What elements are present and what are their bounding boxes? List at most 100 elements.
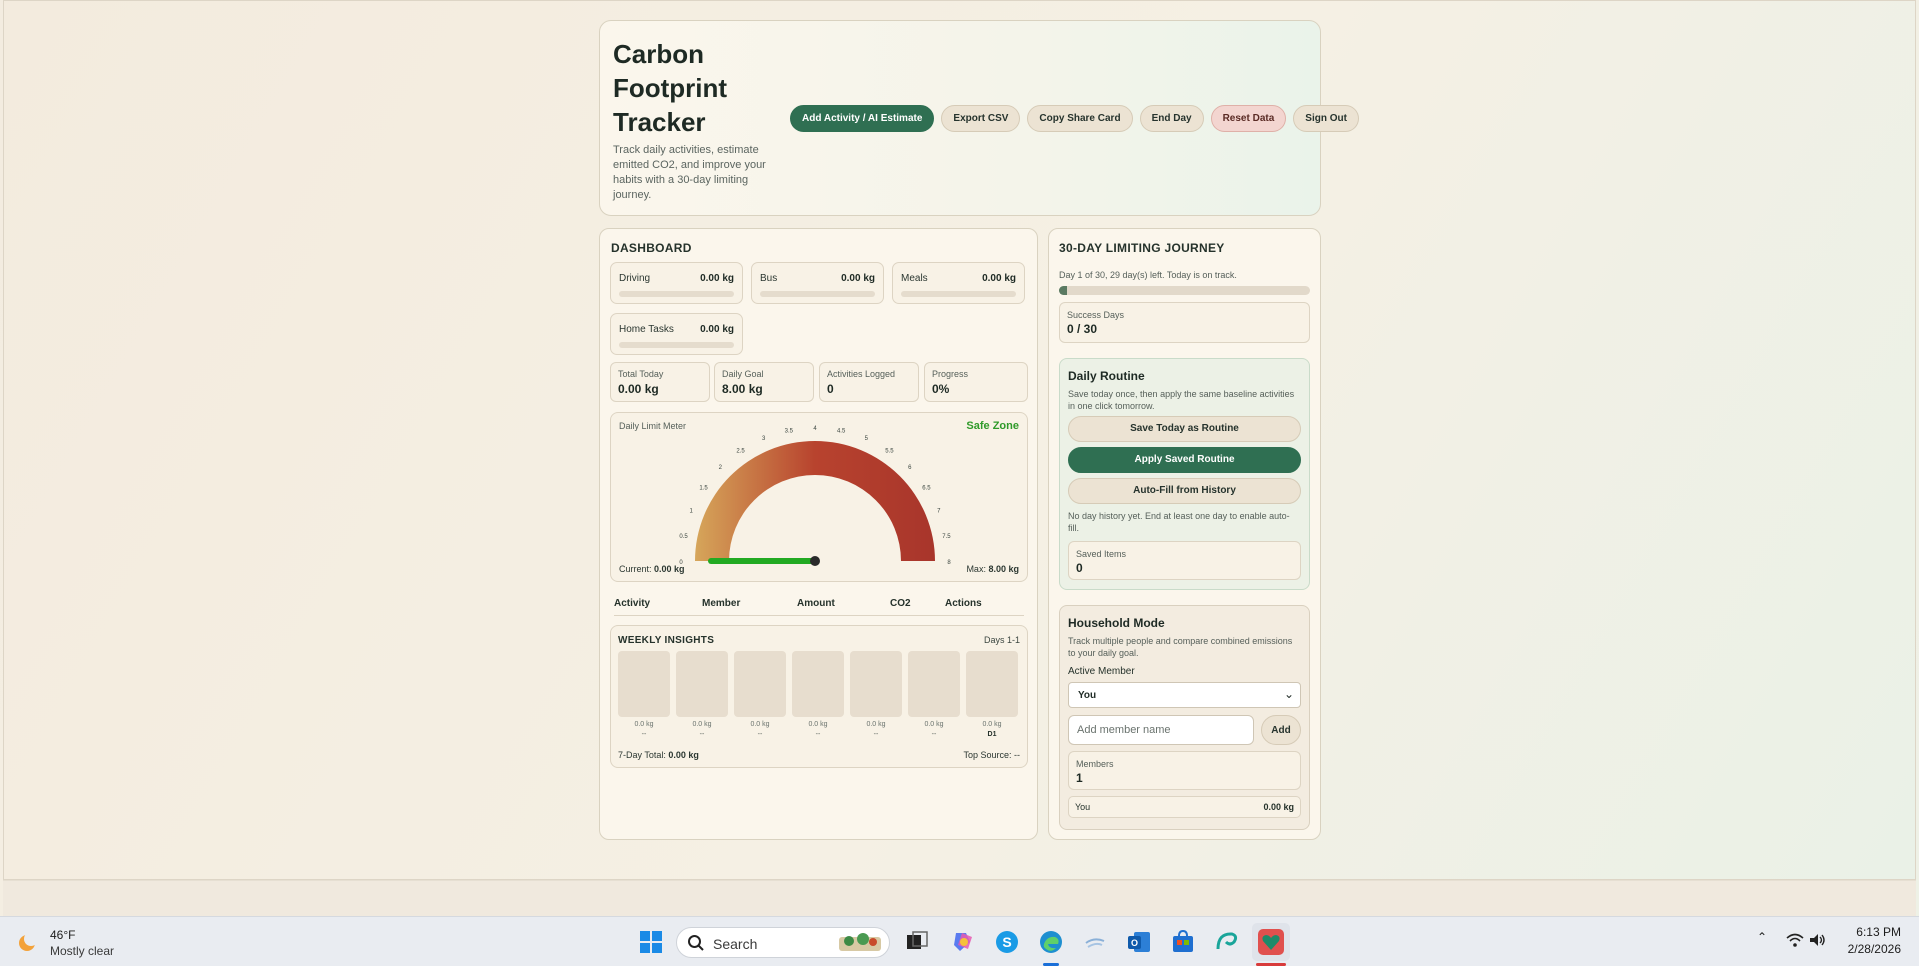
app-subtitle: Track daily activities, estimate emitted… [613, 144, 766, 201]
weekly-bar [618, 651, 670, 717]
daily-routine-panel: Daily Routine Save today once, then appl… [1059, 358, 1310, 590]
search-highlight-icon [839, 933, 881, 951]
active-member-value: You [1078, 690, 1097, 701]
meter-current: Current: 0.00 kg [619, 564, 685, 574]
weekly-bar [966, 651, 1018, 717]
gauge-tick-label: 2.5 [736, 449, 745, 455]
sign-out-button[interactable]: Sign Out [1293, 105, 1359, 132]
weather-temp: 46°F [50, 928, 76, 942]
journey-title: 30-DAY LIMITING JOURNEY [1059, 241, 1225, 255]
weekly-value: 0.0 kg [634, 721, 654, 728]
header-actions: Add Activity / AI Estimate Export CSV Co… [790, 105, 1359, 132]
weekly-value: 0.0 kg [982, 721, 1002, 728]
skype-icon[interactable]: S [992, 927, 1022, 957]
outlook-icon[interactable]: O [1124, 927, 1154, 957]
stat-value: 0% [932, 382, 950, 396]
gauge-tick-label: 7 [937, 509, 941, 515]
category-name: Driving [619, 273, 651, 284]
weekly-bar [850, 651, 902, 717]
app-wind-icon[interactable] [1080, 927, 1110, 957]
success-days-value: 0 / 30 [1067, 322, 1098, 336]
gauge-tick-label: 4 [813, 426, 817, 432]
col-actions: Actions [945, 598, 982, 609]
weekly-day: 0.0 kg D1 [966, 651, 1018, 738]
member-name-input[interactable] [1068, 715, 1254, 745]
col-activity: Activity [614, 598, 651, 609]
app-title: Carbon Footprint Tracker [613, 39, 728, 137]
stat-label: Daily Goal [722, 369, 764, 379]
weekly-value: 0.0 kg [866, 721, 886, 728]
app-heart-icon[interactable] [1256, 927, 1286, 957]
weekly-top-source: Top Source: -- [963, 750, 1020, 760]
save-routine-button[interactable]: Save Today as Routine [1068, 416, 1301, 442]
daily-limit-meter: Daily Limit Meter Safe Zone 0 0.5 1 1.5 2 2.5… [610, 412, 1028, 582]
weekly-day: 0.0 kg -- [618, 651, 670, 738]
weekly-bar [676, 651, 728, 717]
gauge-tick-label: 8 [947, 560, 951, 566]
weekly-value: 0.0 kg [692, 721, 712, 728]
weekly-insights: WEEKLY INSIGHTS Days 1-1 0.0 kg -- 0.0 kg… [610, 625, 1028, 768]
copy-share-card-button[interactable]: Copy Share Card [1027, 105, 1133, 132]
clock-date[interactable]: 2/28/2026 [1848, 942, 1901, 956]
clock-time[interactable]: 6:13 PM [1856, 925, 1901, 939]
apply-routine-button[interactable]: Apply Saved Routine [1068, 447, 1301, 473]
volume-icon[interactable] [1808, 932, 1826, 948]
weekly-day: 0.0 kg -- [792, 651, 844, 738]
store-icon[interactable] [1168, 927, 1198, 957]
start-icon[interactable] [636, 927, 666, 957]
autofill-history-button[interactable]: Auto-Fill from History [1068, 478, 1301, 504]
svg-text:S: S [1002, 934, 1011, 950]
gauge-arc [695, 441, 935, 561]
category-card-meals: Meals 0.00 kg [892, 262, 1025, 304]
edge-icon[interactable] [1036, 927, 1066, 957]
chevron-up-icon[interactable]: ⌃ [1757, 930, 1767, 944]
active-member-select[interactable]: You ⌄ [1068, 682, 1301, 708]
household-title: Household Mode [1068, 616, 1165, 630]
col-co2: CO2 [890, 598, 911, 609]
end-day-button[interactable]: End Day [1139, 105, 1204, 132]
app-swirl-icon[interactable] [1212, 927, 1242, 957]
member-amount: 0.00 kg [1263, 802, 1294, 812]
routine-history-note: No day history yet. End at least one day… [1068, 511, 1290, 533]
reset-data-button[interactable]: Reset Data [1210, 105, 1287, 132]
routine-desc: Save today once, then apply the same bas… [1068, 389, 1295, 411]
household-desc: Track multiple people and compare combin… [1068, 636, 1293, 658]
weekly-bar [792, 651, 844, 717]
journey-card: 30-DAY LIMITING JOURNEY Day 1 of 30, 29 … [1048, 228, 1321, 840]
add-activity-button[interactable]: Add Activity / AI Estimate [790, 105, 935, 132]
weekly-day: 0.0 kg -- [850, 651, 902, 738]
category-progress-bar [760, 291, 875, 297]
saved-items-box: Saved Items 0 [1068, 541, 1301, 580]
taskbar-search[interactable]: Search [676, 927, 890, 958]
category-progress-bar [619, 291, 734, 297]
col-amount: Amount [797, 598, 835, 609]
wifi-icon[interactable] [1786, 932, 1804, 948]
search-placeholder: Search [713, 936, 758, 952]
stat-total-today: Total Today 0.00 kg [610, 362, 710, 402]
weekly-day-label: -- [815, 731, 821, 738]
col-member: Member [702, 598, 741, 609]
stat-label: Progress [932, 369, 969, 379]
weekly-value: 0.0 kg [750, 721, 770, 728]
stat-value: 0.00 kg [618, 382, 659, 396]
journey-note: Day 1 of 30, 29 day(s) left. Today is on… [1059, 270, 1237, 280]
member-name: You [1075, 802, 1091, 812]
members-label: Members [1076, 759, 1114, 769]
gauge-tick-label: 1 [690, 509, 694, 515]
category-progress-bar [619, 342, 734, 348]
add-member-button[interactable]: Add [1261, 715, 1301, 745]
task-view-icon[interactable] [902, 927, 932, 957]
journey-progress-bar [1059, 286, 1310, 295]
meter-max-value: 8.00 kg [988, 564, 1019, 574]
meter-current-value: 0.00 kg [654, 564, 685, 574]
svg-text:O: O [1131, 938, 1138, 948]
saved-items-label: Saved Items [1076, 549, 1127, 559]
success-days-label: Success Days [1067, 310, 1125, 320]
household-panel: Household Mode Track multiple people and… [1059, 605, 1310, 830]
copilot-icon[interactable] [948, 927, 978, 957]
members-count-box: Members 1 [1068, 751, 1301, 790]
weekly-day-label: -- [873, 731, 879, 738]
moon-icon [19, 932, 38, 951]
weekly-day-label: -- [641, 731, 647, 738]
export-csv-button[interactable]: Export CSV [941, 105, 1021, 132]
